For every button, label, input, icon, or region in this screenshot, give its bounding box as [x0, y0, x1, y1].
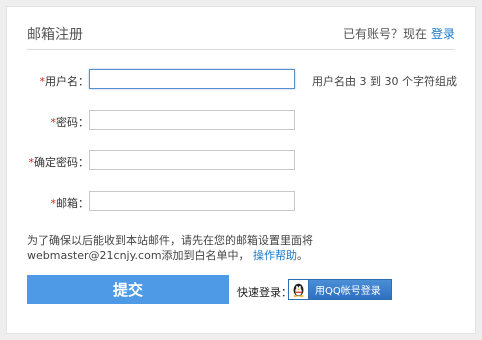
login-link[interactable]: 登录	[431, 27, 455, 41]
help-link[interactable]: 操作帮助	[253, 249, 297, 262]
registration-panel: 邮箱注册 已有账号？现在 登录 *用户名： 用户名由 3 到 30 个字符组成 *…	[6, 6, 476, 334]
note-line-2: webmaster@21cnjy.com添加到白名单中， 操作帮助。	[27, 249, 309, 262]
submit-button[interactable]: 提交	[27, 275, 229, 304]
page-title: 邮箱注册	[27, 27, 83, 43]
username-row: *用户名： 用户名由 3 到 30 个字符组成	[7, 69, 477, 91]
confirm-password-input[interactable]	[89, 150, 295, 170]
username-label: *用户名：	[39, 75, 90, 88]
header: 邮箱注册 已有账号？现在 登录	[27, 7, 455, 50]
qq-penguin-icon	[289, 280, 309, 299]
login-prompt: 已有账号？现在 登录	[343, 25, 455, 42]
note-line-1: 为了确保以后能收到本站邮件，请先在您的邮箱设置里面将	[27, 234, 313, 247]
whitelist-note: 为了确保以后能收到本站邮件，请先在您的邮箱设置里面将 webmaster@21c…	[27, 233, 327, 263]
login-prompt-text: 已有账号？现在	[342, 27, 427, 41]
quick-login-label: 快速登录：	[237, 286, 292, 299]
qq-button-label: 用QQ帐号登录	[315, 286, 381, 297]
username-input[interactable]	[89, 69, 295, 89]
password-label: *密码：	[50, 116, 90, 129]
username-hint: 用户名由 3 到 30 个字符组成	[312, 75, 457, 88]
confirm-password-row: *确定密码：	[7, 150, 477, 172]
password-row: *密码：	[7, 110, 477, 132]
password-input[interactable]	[89, 110, 295, 130]
email-input[interactable]	[89, 191, 295, 211]
qq-login-button[interactable]: 用QQ帐号登录	[288, 279, 392, 300]
email-row: *邮箱：	[7, 191, 477, 213]
confirm-password-label: *确定密码：	[28, 156, 90, 169]
email-label: *邮箱：	[50, 197, 90, 210]
